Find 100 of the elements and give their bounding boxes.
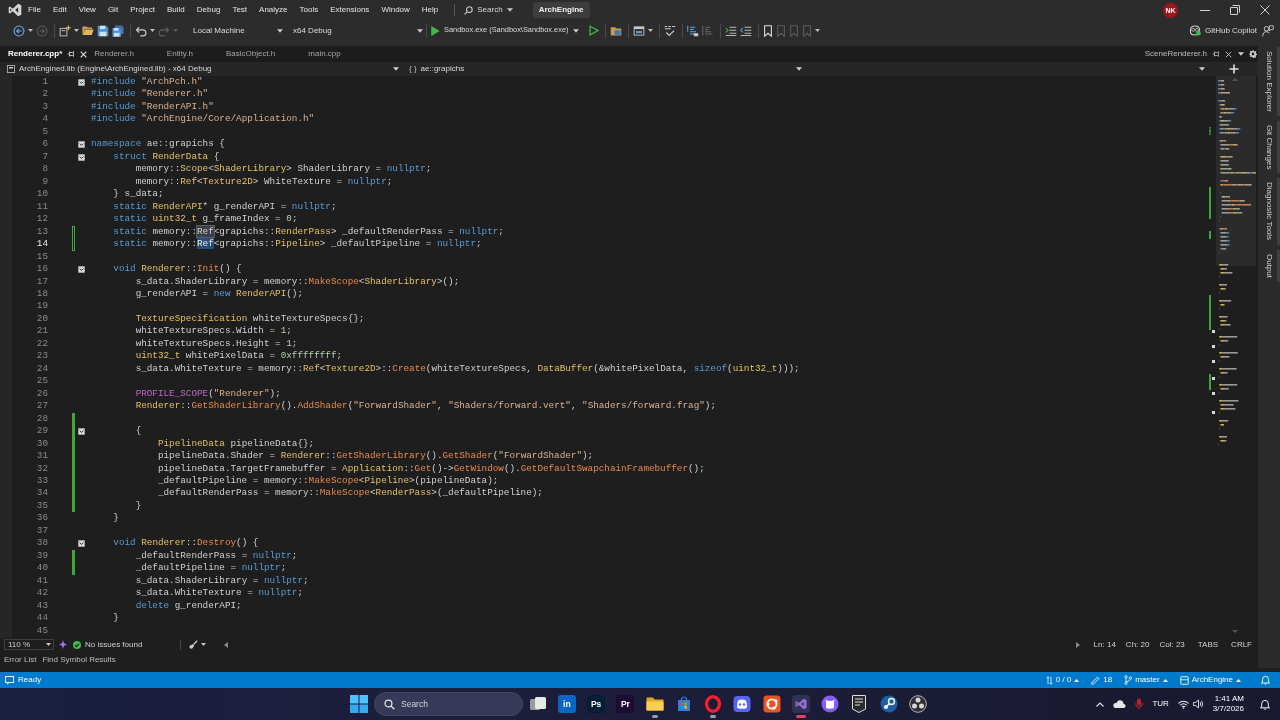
project-dropdown[interactable]: ArchEngined.lib (Engine\ArchEngined.lib) - x64 Debug [0, 62, 403, 76]
menu-item[interactable]: Edit [46, 0, 73, 20]
tool-window-tab[interactable]: Diagnostic Tools [1258, 178, 1280, 245]
cleanup-button[interactable] [189, 640, 207, 649]
configuration-dropdown[interactable]: x64 Debug [291, 25, 423, 36]
three-dots-logo-icon[interactable] [908, 695, 927, 713]
collapse-icon[interactable] [77, 540, 85, 548]
copilot-button[interactable]: GitHub Copilot [1188, 25, 1257, 36]
document-tab[interactable]: main.cpp [303, 46, 369, 62]
pin-icon[interactable] [67, 50, 76, 58]
menu-item[interactable]: Debug [190, 0, 227, 20]
collapse-icon[interactable] [77, 153, 85, 161]
preview-tab[interactable]: SceneRenderer.h [1144, 46, 1232, 62]
message-icon[interactable] [5, 675, 14, 685]
outdent-icon[interactable] [739, 24, 752, 37]
scroll-right-icon[interactable] [1075, 641, 1080, 648]
menu-item[interactable]: View [72, 0, 102, 20]
close-icon[interactable] [1260, 5, 1270, 15]
changes-indicator[interactable]: 18 [1091, 675, 1113, 685]
menu-item[interactable]: Test [226, 0, 254, 20]
feedback-icon[interactable] [1262, 24, 1274, 37]
gear-icon[interactable] [1249, 50, 1257, 58]
menu-item[interactable]: Analyze [253, 0, 294, 20]
linked-circles-logo-icon[interactable] [879, 695, 898, 713]
caret-icon[interactable] [28, 29, 33, 32]
cat-logo-icon[interactable] [821, 695, 840, 713]
clock-time[interactable]: 1:41 AM [1214, 694, 1244, 704]
menu-item[interactable]: Project [124, 0, 162, 20]
collapse-icon[interactable] [77, 78, 85, 86]
indentation-indicator[interactable]: TABS [1197, 639, 1219, 650]
folder-icon[interactable] [645, 695, 664, 713]
scope-dropdown[interactable]: { } ae::grapichs [403, 62, 806, 76]
chevron-up-icon[interactable] [1096, 701, 1105, 707]
menu-item[interactable]: Tools [293, 0, 325, 20]
issues-status[interactable]: No issues found [73, 639, 143, 650]
restore-icon[interactable] [1230, 5, 1240, 15]
ring-tile-icon[interactable] [762, 695, 781, 713]
new-item-icon[interactable] [59, 24, 71, 37]
document-tab[interactable]: BasicObject.h [220, 46, 304, 62]
document-tab[interactable]: Entity.h [161, 46, 221, 62]
branch-picker[interactable]: master [1124, 675, 1168, 685]
indent-icon[interactable] [724, 24, 737, 37]
input-language[interactable]: TUR [1152, 699, 1169, 709]
speaker-icon[interactable] [1192, 699, 1204, 709]
microphone-icon[interactable] [1135, 698, 1144, 710]
infinity-logo-icon[interactable] [8, 3, 22, 17]
menu-item[interactable]: Help [415, 0, 445, 20]
folder-window-icon[interactable] [609, 24, 622, 37]
collapse-icon[interactable] [77, 265, 85, 273]
panel-tab[interactable]: Error List [1, 651, 40, 668]
menu-item[interactable]: File [22, 0, 47, 20]
scroll-left-icon[interactable] [224, 641, 229, 648]
lines-check-icon[interactable] [663, 24, 676, 37]
menu-item[interactable]: Extensions [324, 0, 376, 20]
caret-icon[interactable] [1199, 67, 1205, 71]
sparkle-icon[interactable] [59, 640, 67, 649]
character-indicator[interactable]: Ch: 20 [1125, 639, 1150, 650]
folder-icon[interactable] [82, 25, 94, 36]
target-dropdown[interactable]: Local Machine [189, 25, 283, 36]
document-tab[interactable]: Renderer.cpp* [0, 46, 90, 62]
undo-icon[interactable] [135, 24, 147, 37]
plus-icon[interactable] [1229, 64, 1239, 74]
app-tile[interactable]: Ps [587, 695, 606, 713]
collapse-icon[interactable] [77, 141, 85, 149]
tool-window-tab[interactable]: Solution Explorer [1258, 47, 1280, 116]
wifi-icon[interactable] [1177, 699, 1189, 709]
save-all-icon[interactable] [112, 24, 124, 37]
clock-date[interactable]: 3/7/2026 [1212, 704, 1244, 714]
play-outline-icon[interactable] [588, 25, 599, 36]
windows-logo-icon[interactable] [350, 695, 368, 713]
search-button[interactable]: Search [464, 5, 513, 15]
infinity-logo-icon[interactable] [791, 695, 810, 713]
tool-window-tab[interactable]: Output [1258, 249, 1280, 282]
column-indicator[interactable]: Col: 23 [1159, 639, 1185, 650]
close-icon[interactable] [1225, 50, 1232, 58]
game-controller-icon[interactable] [733, 695, 752, 713]
caret-icon[interactable] [647, 29, 653, 32]
line-indicator[interactable]: Ln: 14 [1093, 639, 1116, 650]
zoom-dropdown[interactable]: 110 % [4, 639, 54, 650]
caret-icon[interactable] [1238, 52, 1244, 56]
menu-item[interactable]: Build [161, 0, 191, 20]
line-ending-indicator[interactable]: CRLF [1231, 639, 1252, 650]
ring-icon[interactable] [704, 695, 723, 713]
panel-tab[interactable]: Find Symbol Results [39, 651, 119, 668]
cloud-icon[interactable] [1113, 699, 1127, 709]
lines-icon[interactable] [686, 24, 699, 37]
search-box[interactable]: Search [374, 692, 523, 716]
repository-picker[interactable]: ArchEngine [1179, 675, 1241, 685]
pin-icon[interactable] [1212, 50, 1220, 58]
commits-indicator[interactable]: 0 / 0 [1045, 675, 1080, 685]
app-tile[interactable]: in [557, 695, 576, 713]
caret-icon[interactable] [74, 29, 79, 32]
minimize-icon[interactable] [1200, 9, 1210, 11]
back-icon[interactable] [13, 24, 25, 37]
caret-icon[interactable] [150, 29, 155, 32]
caret-icon[interactable] [814, 29, 820, 32]
tool-window-tab[interactable]: Git Changes [1258, 120, 1280, 174]
window-icon[interactable] [632, 24, 645, 37]
save-icon[interactable] [97, 24, 109, 37]
menu-item[interactable]: Window [375, 0, 416, 20]
